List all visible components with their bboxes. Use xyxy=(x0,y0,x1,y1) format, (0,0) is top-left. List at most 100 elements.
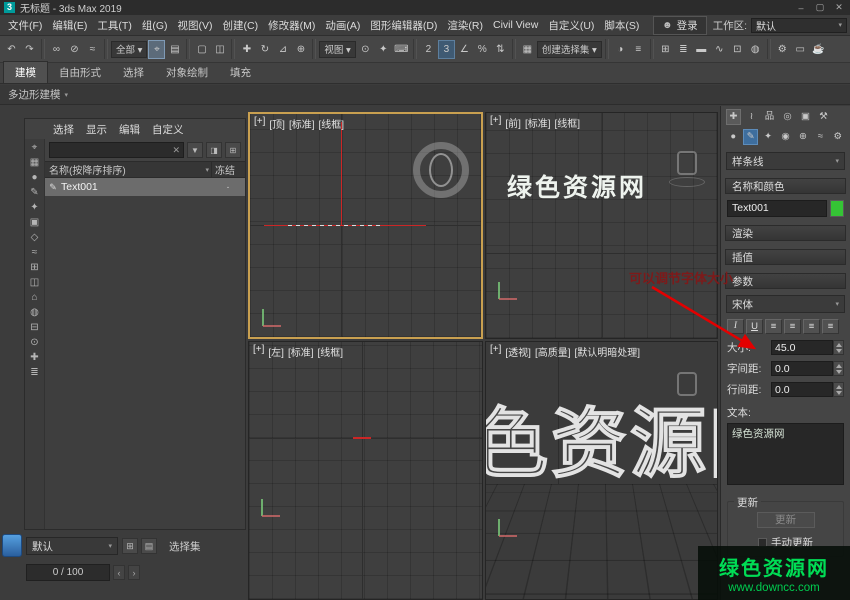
align-justify-button[interactable]: ≡ xyxy=(822,319,839,334)
menu-item[interactable]: Civil View xyxy=(488,17,543,33)
frozen-filter-icon[interactable]: ⊙ xyxy=(30,337,38,349)
selection-filter-icon[interactable]: ⌖ xyxy=(32,142,38,154)
ribbon-tab[interactable]: 自由形式 xyxy=(48,62,112,83)
edit-sets-icon[interactable]: ⊞ xyxy=(122,538,138,554)
viewport-label-item[interactable]: [标准] xyxy=(289,116,315,131)
menu-item[interactable]: 创建(C) xyxy=(218,16,264,35)
viewport-layout-tabs-button[interactable] xyxy=(2,534,22,557)
minimize-button[interactable]: – xyxy=(794,3,808,13)
reference-coordinate-dropdown[interactable]: 视图 ▾ xyxy=(319,41,355,58)
spinner-arrows[interactable] xyxy=(833,382,844,397)
rendered-frame-window-icon[interactable]: ▭ xyxy=(792,40,809,59)
viewport-label-item[interactable]: [+] xyxy=(253,344,264,359)
groups-filter-icon[interactable]: ⊞ xyxy=(30,262,38,274)
shapes-category-icon[interactable]: ✎ xyxy=(743,129,758,145)
viewport-label-item[interactable]: [+] xyxy=(490,115,501,130)
menu-item[interactable]: 修改器(M) xyxy=(263,16,320,35)
font-dropdown[interactable]: 宋体 ▾ xyxy=(726,295,845,313)
column-header-frozen[interactable]: 冻结 xyxy=(211,162,245,177)
materials-filter-icon[interactable]: ◍ xyxy=(30,307,39,319)
redo-icon[interactable]: ↷ xyxy=(21,40,38,59)
viewport-label-item[interactable]: [标准] xyxy=(288,344,314,359)
viewport-label-item[interactable]: [线框] xyxy=(555,115,581,130)
viewport-label-item[interactable]: [+] xyxy=(490,344,501,359)
viewport-label-item[interactable]: [标准] xyxy=(525,115,551,130)
geometry-category-icon[interactable]: ● xyxy=(726,129,740,145)
time-frame-indicator[interactable]: 0 / 100 xyxy=(26,564,110,581)
previous-frame-button[interactable]: ‹ xyxy=(113,565,125,580)
sets-list-icon[interactable]: ▤ xyxy=(141,538,157,554)
select-and-scale-icon[interactable]: ⊿ xyxy=(274,40,291,59)
menu-item[interactable]: 文件(F) xyxy=(3,16,47,35)
hierarchy-tab[interactable]: 品 xyxy=(762,109,777,125)
viewport-label-item[interactable]: [顶] xyxy=(269,116,285,131)
select-and-manipulate-icon[interactable]: ✦ xyxy=(375,40,392,59)
curve-editor-icon[interactable]: ∿ xyxy=(711,40,728,59)
explorer-menu-item[interactable]: 选择 xyxy=(47,120,80,139)
select-and-link-icon[interactable]: ∞ xyxy=(48,40,65,59)
ribbon-tab[interactable]: 对象绘制 xyxy=(155,62,219,83)
align-center-button[interactable]: ≡ xyxy=(784,319,801,334)
viewport-label-item[interactable]: [+] xyxy=(254,116,265,131)
bones-filter-icon[interactable]: ⌂ xyxy=(31,292,37,304)
viewport-top-view[interactable]: [+][顶][标准][线框] xyxy=(248,112,483,339)
menu-item[interactable]: 工具(T) xyxy=(92,16,136,35)
use-pivot-point-center-icon[interactable]: ⊙ xyxy=(357,40,374,59)
viewport-perspective-view[interactable]: [+][透视][高质量][默认明暗处理] 色资源网 xyxy=(485,341,718,600)
mirror-icon[interactable]: ◑ xyxy=(612,40,629,59)
workspace-dropdown[interactable]: 默认 ▾ xyxy=(751,18,847,33)
text-input-area[interactable]: 绿色资源网 xyxy=(727,423,844,485)
italic-button[interactable]: I xyxy=(727,319,744,334)
viewcube-icon[interactable] xyxy=(677,372,697,396)
cameras-category-icon[interactable]: ◉ xyxy=(778,129,792,145)
display-all-filter-icon[interactable]: ▦ xyxy=(30,157,39,169)
close-button[interactable]: ✕ xyxy=(832,2,846,13)
toggle-scene-explorer-icon[interactable]: ⊞ xyxy=(657,40,674,59)
snaps-toggle-3d-icon[interactable]: 3 xyxy=(438,40,455,59)
window-crossing-toggle-icon[interactable]: ◫ xyxy=(211,40,228,59)
toggle-layer-explorer-icon[interactable]: ≣ xyxy=(675,40,692,59)
percent-snap-icon[interactable]: % xyxy=(474,40,491,59)
space-warps-category-icon[interactable]: ≈ xyxy=(813,129,827,145)
explorer-menu-item[interactable]: 显示 xyxy=(80,120,113,139)
display-tab[interactable]: ▣ xyxy=(798,109,813,125)
filter-funnel-button[interactable]: ▼ xyxy=(187,142,203,158)
shapes-filter-icon[interactable]: ✎ xyxy=(30,187,38,199)
menu-item[interactable]: 渲染(R) xyxy=(442,16,488,35)
ribbon-tab[interactable]: 填充 xyxy=(219,62,262,83)
rollout-interpolation[interactable]: 插值 xyxy=(725,249,846,265)
viewport-label-item[interactable]: [透视] xyxy=(505,344,531,359)
viewport-label-item[interactable]: [线框] xyxy=(318,344,344,359)
selection-filter-dropdown[interactable]: 全部 ▾ xyxy=(111,41,147,58)
undo-icon[interactable]: ↶ xyxy=(3,40,20,59)
helpers-filter-icon[interactable]: ◇ xyxy=(31,232,39,244)
systems-category-icon[interactable]: ⚙ xyxy=(831,129,845,145)
helpers-category-icon[interactable]: ⊕ xyxy=(796,129,810,145)
menu-item[interactable]: 视图(V) xyxy=(173,16,218,35)
spinner-value-field[interactable]: 0.0 xyxy=(771,361,833,376)
keyboard-shortcut-override-icon[interactable]: ⌨ xyxy=(393,40,410,59)
modify-tab[interactable]: ≀ xyxy=(744,109,759,125)
viewport-label-item[interactable]: [高质量] xyxy=(535,344,571,359)
viewport-label-item[interactable]: [默认明暗处理] xyxy=(575,344,641,359)
motion-tab[interactable]: ◎ xyxy=(780,109,795,125)
explorer-menu-item[interactable]: 自定义 xyxy=(146,120,190,139)
hidden-filter-icon[interactable]: ✚ xyxy=(30,352,38,364)
align-icon[interactable]: ≡ xyxy=(630,40,647,59)
underline-button[interactable]: U xyxy=(746,319,763,334)
cameras-filter-icon[interactable]: ▣ xyxy=(30,217,39,229)
ribbon-toggle-icon[interactable]: ▬ xyxy=(693,40,710,59)
column-header-name[interactable]: 名称(按降序排序) xyxy=(45,162,205,177)
explorer-settings-button[interactable]: ⊞ xyxy=(225,142,241,158)
space-warps-filter-icon[interactable]: ≈ xyxy=(32,247,38,259)
align-right-button[interactable]: ≡ xyxy=(803,319,820,334)
spinner-value-field[interactable]: 45.0 xyxy=(771,340,833,355)
viewcube-ring[interactable] xyxy=(413,142,469,198)
column-chooser-button[interactable]: ◨ xyxy=(206,142,222,158)
select-and-place-icon[interactable]: ⊕ xyxy=(292,40,309,59)
edit-named-selection-sets-icon[interactable]: ▦ xyxy=(519,40,536,59)
explorer-menu-item[interactable]: 编辑 xyxy=(113,120,146,139)
spinner-value-field[interactable]: 0.0 xyxy=(771,382,833,397)
viewport-label-item[interactable]: [前] xyxy=(505,115,521,130)
angle-snap-icon[interactable]: ∠ xyxy=(456,40,473,59)
